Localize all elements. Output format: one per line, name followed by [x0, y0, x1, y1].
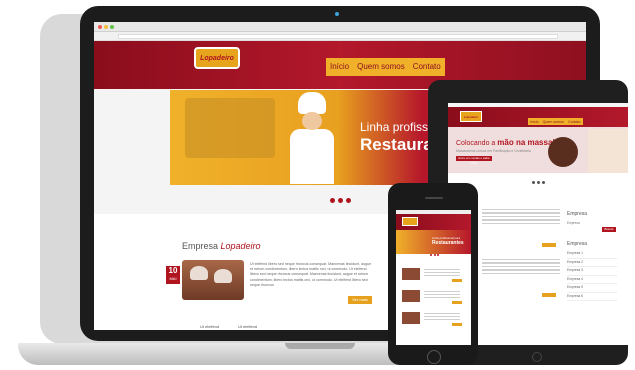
- sidebar-title: Empresa: [567, 211, 588, 217]
- phone-hero-line2: Restaurantes: [432, 240, 464, 246]
- list-item: [402, 310, 464, 328]
- minimize-window-icon[interactable]: [104, 25, 108, 29]
- phone-screen: Linha profissional para Restaurantes: [396, 210, 471, 345]
- article-link[interactable]: Ut eleifend: [238, 324, 257, 329]
- list-item: [402, 288, 464, 306]
- kitchen-equipment-image: [185, 98, 275, 158]
- tablet-nav: Início Quem somos Contato: [528, 118, 583, 125]
- sidebar-list: Empresa 1 Empresa 2 Empresa 3 Empresa 4 …: [567, 250, 617, 301]
- hero-subheadline: Restaura: [360, 135, 433, 154]
- home-button-icon[interactable]: [532, 352, 542, 362]
- more-button[interactable]: [542, 243, 556, 247]
- nav-item-inicio[interactable]: Início: [528, 118, 541, 125]
- more-button[interactable]: [452, 323, 462, 326]
- home-button-icon[interactable]: [427, 350, 441, 364]
- camera-icon: [335, 12, 339, 16]
- slider-dot[interactable]: [537, 181, 540, 184]
- slider-dot[interactable]: [346, 198, 351, 203]
- sidebar-item[interactable]: Empresa 3: [567, 267, 617, 276]
- tablet-hero[interactable]: Colocando a mão na massa! Marcacamos cur…: [448, 127, 628, 173]
- slider-dot[interactable]: [430, 254, 432, 256]
- sidebar-item[interactable]: Empresa 4: [567, 276, 617, 284]
- nav-item-quem-somos[interactable]: Quem somos: [353, 58, 409, 76]
- sidebar-item[interactable]: Empresa 2: [567, 259, 617, 267]
- nav-item-inicio[interactable]: Início: [326, 58, 353, 76]
- slider-dot[interactable]: [437, 254, 439, 256]
- more-button[interactable]: [452, 301, 462, 304]
- contact-button[interactable]: Entre em contato e saiba mais!: [456, 156, 492, 165]
- more-button[interactable]: [542, 293, 556, 297]
- tablet-logo[interactable]: Lopadeiro: [460, 111, 482, 122]
- baker-image: [588, 129, 628, 173]
- list-item: [402, 266, 464, 284]
- more-button[interactable]: [452, 279, 462, 282]
- address-bar[interactable]: [118, 34, 558, 39]
- section-title: Empresa Lopadeiro: [182, 241, 261, 251]
- slider-dots: [330, 198, 351, 203]
- article-text: Ut eleifend libero sed neque rhoncus con…: [250, 262, 372, 287]
- laptop-notch: [285, 343, 355, 349]
- more-button[interactable]: Ver mais: [348, 296, 372, 304]
- sidebar-item[interactable]: Empresa 5: [567, 284, 617, 293]
- list-item: [482, 259, 560, 307]
- phone-header: [396, 214, 471, 230]
- maximize-window-icon[interactable]: [110, 25, 114, 29]
- main-nav: Início Quem somos Contato: [326, 58, 445, 76]
- article-link[interactable]: Ut eleifend: [200, 324, 219, 329]
- cake-image: [548, 137, 578, 167]
- nav-item-contato[interactable]: Contato: [566, 118, 583, 125]
- sidebar-item[interactable]: Empresa 6: [567, 293, 617, 301]
- chef-image: [288, 92, 334, 184]
- devices-mockup: Lopadeiro Início Quem somos Contato Linh…: [0, 0, 635, 370]
- slider-dot[interactable]: [338, 198, 343, 203]
- tablet-hero-subtitle: Marcacamos cursos em Panificação e Confe…: [456, 149, 531, 153]
- hero-headline: Linha profissio: [360, 120, 438, 134]
- phone-logo[interactable]: [402, 217, 418, 226]
- slider-dot[interactable]: [532, 181, 535, 184]
- slider-dot[interactable]: [433, 254, 436, 256]
- phone-slider-dots: [430, 254, 439, 256]
- tablet-slider-dots: [532, 181, 545, 184]
- sidebar-title-2: Empresa: [567, 241, 588, 247]
- list-item: [482, 209, 560, 257]
- close-window-icon[interactable]: [98, 25, 102, 29]
- nav-item-contato[interactable]: Contato: [409, 58, 445, 76]
- browser-titlebar: [94, 22, 586, 32]
- slider-dot[interactable]: [542, 181, 545, 184]
- slider-dot[interactable]: [330, 198, 335, 203]
- tablet-article-list: [482, 207, 560, 309]
- nav-item-quem-somos[interactable]: Quem somos: [541, 118, 566, 125]
- browser-toolbar: [94, 32, 586, 41]
- sidebar-item[interactable]: Empresa 1: [567, 250, 617, 259]
- cupcakes-image: [182, 260, 244, 300]
- sidebar-search-input[interactable]: Empresa: [567, 221, 580, 225]
- search-button[interactable]: Buscar: [602, 227, 616, 232]
- phone-hero[interactable]: Linha profissional para Restaurantes: [396, 230, 471, 254]
- speaker-icon: [425, 197, 443, 199]
- tablet-header: Lopadeiro Início Quem somos Contato: [448, 107, 628, 127]
- date-badge: 10 MAI: [166, 266, 180, 284]
- tablet-hero-title: Colocando a mão na massa!: [456, 138, 556, 147]
- site-logo[interactable]: Lopadeiro: [194, 47, 240, 69]
